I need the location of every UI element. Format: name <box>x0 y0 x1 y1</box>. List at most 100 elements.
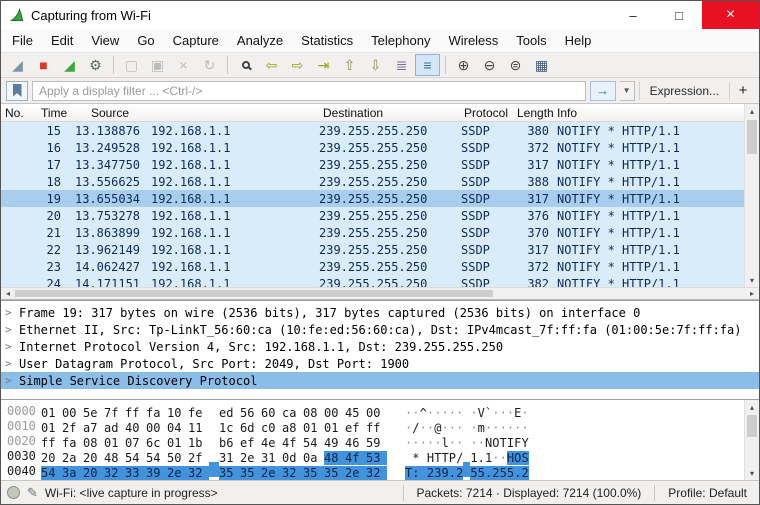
go-forward-icon[interactable]: ⇨ <box>285 54 310 76</box>
packet-row[interactable]: 1513.138876192.168.1.1239.255.255.250SSD… <box>1 122 744 139</box>
menu-item-capture[interactable]: Capture <box>164 30 228 51</box>
hscrollbar-thumb[interactable] <box>15 290 493 297</box>
filter-history-dropdown[interactable]: ▼ <box>620 81 635 101</box>
colorize-icon[interactable]: ≣ <box>389 54 414 76</box>
packet-info-cell: NOTIFY * HTTP/1.1 <box>551 226 744 240</box>
packet-no-cell: 19 <box>1 192 69 206</box>
packet-row[interactable]: 1713.347750192.168.1.1239.255.255.250SSD… <box>1 156 744 173</box>
hex-offset: 0040 <box>1 464 41 478</box>
menu-item-statistics[interactable]: Statistics <box>292 30 362 51</box>
menu-item-tools[interactable]: Tools <box>507 30 555 51</box>
capture-options-icon[interactable]: ⚙ <box>83 54 108 76</box>
maximize-button[interactable]: □ <box>656 1 702 29</box>
packet-protocol-cell: SSDP <box>461 192 513 206</box>
packet-row[interactable]: 1813.556625192.168.1.1239.255.255.250SSD… <box>1 173 744 190</box>
go-bottom-icon[interactable]: ⇩ <box>363 54 388 76</box>
find-packet-icon[interactable] <box>233 54 258 76</box>
column-header-destination[interactable]: Destination <box>323 106 383 120</box>
packet-row[interactable]: 2113.863899192.168.1.1239.255.255.250SSD… <box>1 224 744 241</box>
packet-row[interactable]: 2213.962149192.168.1.1239.255.255.250SSD… <box>1 241 744 258</box>
scroll-left-icon[interactable]: ◂ <box>1 288 15 299</box>
restart-capture-icon[interactable]: ◢ <box>57 54 82 76</box>
packet-destination-cell: 239.255.255.250 <box>319 277 461 288</box>
scroll-down-icon[interactable]: ▾ <box>750 273 754 287</box>
detail-row[interactable]: >Internet Protocol Version 4, Src: 192.1… <box>1 338 759 355</box>
start-capture-icon[interactable]: ◢ <box>5 54 30 76</box>
packet-row[interactable]: 2414.171151192.168.1.1239.255.255.250SSD… <box>1 275 744 287</box>
scrollbar-thumb[interactable] <box>747 415 757 437</box>
menu-item-wireless[interactable]: Wireless <box>439 30 507 51</box>
packet-destination-cell: 239.255.255.250 <box>319 192 461 206</box>
detail-row[interactable]: >Ethernet II, Src: Tp-LinkT_56:60:ca (10… <box>1 321 759 338</box>
open-file-icon: ▢ <box>119 54 144 76</box>
packet-destination-cell: 239.255.255.250 <box>319 260 461 274</box>
close-file-icon: × <box>171 54 196 76</box>
packet-row[interactable]: 1613.249528192.168.1.1239.255.255.250SSD… <box>1 139 744 156</box>
scroll-down-icon[interactable]: ▾ <box>750 466 754 480</box>
packet-no-cell: 23 <box>1 260 69 274</box>
packet-length-cell: 372 <box>513 141 551 155</box>
display-filter-input[interactable] <box>32 81 586 101</box>
packet-row[interactable]: 1913.655034192.168.1.1239.255.255.250SSD… <box>1 190 744 207</box>
profile-text[interactable]: Profile: Default <box>662 486 753 500</box>
column-header-source[interactable]: Source <box>91 106 129 120</box>
packet-time-cell: 13.347750 <box>69 158 151 172</box>
resize-columns-icon[interactable]: ▦ <box>529 54 554 76</box>
packet-row[interactable]: 2013.753278192.168.1.1239.255.255.250SSD… <box>1 207 744 224</box>
scroll-up-icon[interactable]: ▴ <box>750 400 754 414</box>
minimize-button[interactable]: – <box>610 1 656 29</box>
close-button[interactable]: × <box>702 1 759 29</box>
scroll-right-icon[interactable]: ▸ <box>745 288 759 299</box>
packet-row[interactable]: 2314.062427192.168.1.1239.255.255.250SSD… <box>1 258 744 275</box>
add-filter-button[interactable]: + <box>734 82 754 99</box>
packet-list-hscrollbar[interactable]: ◂ ▸ <box>1 287 759 300</box>
packet-source-cell: 192.168.1.1 <box>151 141 319 155</box>
zoom-reset-icon[interactable]: ⊜ <box>503 54 528 76</box>
capture-comment-icon[interactable]: ✎ <box>27 485 38 501</box>
packet-protocol-cell: SSDP <box>461 141 513 155</box>
auto-scroll-icon[interactable]: ≡ <box>415 54 440 76</box>
detail-row[interactable]: >User Datagram Protocol, Src Port: 2049,… <box>1 355 759 372</box>
hex-row[interactable]: 0040543a203233392e3235352e3235352e32T: 2… <box>1 463 744 478</box>
column-header-length[interactable]: Length <box>517 106 554 120</box>
packet-length-cell: 317 <box>513 158 551 172</box>
menu-item-edit[interactable]: Edit <box>42 30 82 51</box>
column-header-protocol[interactable]: Protocol <box>464 106 508 120</box>
scroll-up-icon[interactable]: ▴ <box>750 104 754 118</box>
menu-item-analyze[interactable]: Analyze <box>228 30 292 51</box>
filter-separator <box>639 82 640 100</box>
expand-arrow-icon[interactable]: > <box>5 323 19 336</box>
apply-filter-button[interactable]: → <box>590 81 616 101</box>
expand-arrow-icon[interactable]: > <box>5 357 19 370</box>
column-header-info[interactable]: Info <box>557 106 577 120</box>
column-header-no[interactable]: No. <box>5 106 24 120</box>
go-back-icon[interactable]: ⇦ <box>259 54 284 76</box>
menu-item-go[interactable]: Go <box>128 30 163 51</box>
stop-capture-icon[interactable]: ■ <box>31 54 56 76</box>
expression-button[interactable]: Expression... <box>644 84 725 98</box>
go-top-icon[interactable]: ⇧ <box>337 54 362 76</box>
detail-row[interactable]: >Frame 19: 317 bytes on wire (2536 bits)… <box>1 304 759 321</box>
zoom-out-icon[interactable]: ⊖ <box>477 54 502 76</box>
window-controls: – □ × <box>610 1 759 29</box>
filter-bookmark-button[interactable] <box>6 81 28 101</box>
menu-item-telephony[interactable]: Telephony <box>362 30 439 51</box>
expert-info-icon[interactable] <box>7 486 20 499</box>
detail-row[interactable]: >Simple Service Discovery Protocol <box>1 372 759 389</box>
expand-arrow-icon[interactable]: > <box>5 374 19 387</box>
packet-details-rows: >Frame 19: 317 bytes on wire (2536 bits)… <box>1 304 759 389</box>
packet-source-cell: 192.168.1.1 <box>151 277 319 288</box>
hex-scrollbar[interactable]: ▴ ▾ <box>744 400 759 480</box>
column-header-time[interactable]: Time <box>41 106 67 120</box>
expand-arrow-icon[interactable]: > <box>5 306 19 319</box>
zoom-in-icon[interactable]: ⊕ <box>451 54 476 76</box>
menu-item-view[interactable]: View <box>82 30 128 51</box>
window-title: Capturing from Wi-Fi <box>31 8 151 23</box>
scrollbar-thumb[interactable] <box>747 120 757 154</box>
go-to-packet-icon[interactable]: ⇥ <box>311 54 336 76</box>
menu-item-file[interactable]: File <box>3 30 42 51</box>
expand-arrow-icon[interactable]: > <box>5 340 19 353</box>
packet-list-scrollbar[interactable]: ▴ ▾ <box>744 104 759 287</box>
main-toolbar: ◢■◢⚙▢▣×↻⇦⇨⇥⇧⇩≣≡⊕⊖⊜▦ <box>1 52 759 78</box>
menu-item-help[interactable]: Help <box>556 30 601 51</box>
